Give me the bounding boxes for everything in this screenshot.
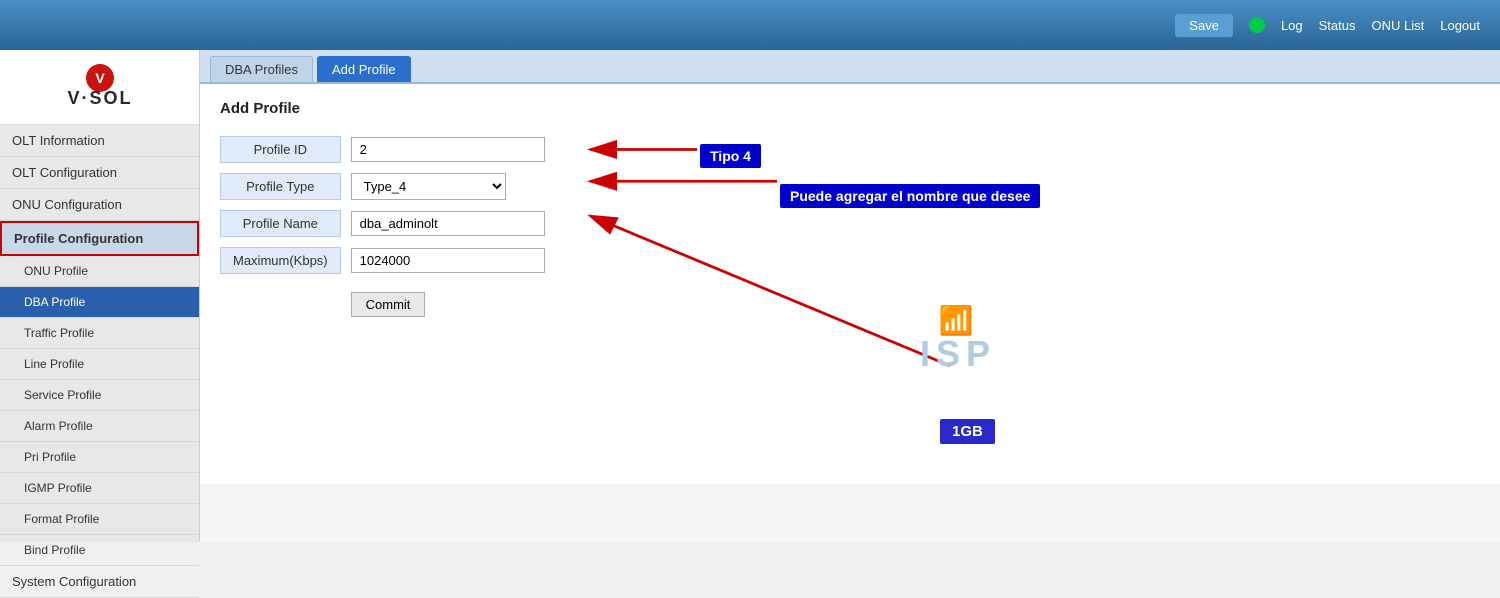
main-content: DBA Profiles Add Profile Add Profile Pro… [200,50,1500,542]
top-header: Save Log Status ONU List Logout [0,0,1500,50]
logo-area: V V·SOL [0,50,199,125]
tab-dba-profiles[interactable]: DBA Profiles [210,56,313,82]
sidebar-item-pri-profile[interactable]: Pri Profile [0,442,199,473]
onu-list-link[interactable]: ONU List [1372,18,1425,33]
sidebar-item-alarm-profile[interactable]: Alarm Profile [0,411,199,442]
sidebar: V V·SOL OLT Information OLT Configuratio… [0,50,200,542]
tab-add-profile[interactable]: Add Profile [317,56,411,82]
profile-id-label: Profile ID [220,136,341,163]
maximum-row: Maximum(Kbps) [220,242,555,279]
maximum-input[interactable] [351,248,545,273]
sidebar-item-igmp-profile[interactable]: IGMP Profile [0,473,199,504]
wifi-icon: 📶 [939,304,978,337]
page-title: Add Profile [220,100,1480,117]
gb-badge: 1GB [940,419,995,444]
logout-link[interactable]: Logout [1440,18,1480,33]
nombre-annotation: Puede agregar el nombre que desee [780,184,1040,208]
sidebar-item-traffic-profile[interactable]: Traffic Profile [0,318,199,349]
maximum-label: Maximum(Kbps) [220,247,341,274]
commit-row: Commit [220,279,555,322]
sidebar-item-dba-profile[interactable]: DBA Profile [0,287,199,318]
log-link[interactable]: Log [1281,18,1303,33]
profile-name-row: Profile Name [220,205,555,242]
profile-type-select[interactable]: Type_1 Type_2 Type_3 Type_4 Type_5 [351,173,506,200]
tipo4-annotation: Tipo 4 [700,144,761,168]
sidebar-item-onu-profile[interactable]: ONU Profile [0,256,199,287]
profile-name-label: Profile Name [220,210,341,237]
sidebar-item-line-profile[interactable]: Line Profile [0,349,199,380]
content-area: Add Profile Profile ID Profile Type Type… [200,84,1500,484]
svg-text:V: V [95,70,105,86]
vsol-logo: V V·SOL [40,60,160,115]
sidebar-item-service-profile[interactable]: Service Profile [0,380,199,411]
profile-type-label: Profile Type [220,173,341,200]
sidebar-item-format-profile[interactable]: Format Profile [0,504,199,535]
tab-bar: DBA Profiles Add Profile [200,50,1500,84]
profile-id-row: Profile ID [220,131,555,168]
sidebar-item-olt-info[interactable]: OLT Information [0,125,199,157]
profile-type-row: Profile Type Type_1 Type_2 Type_3 Type_4… [220,168,555,205]
sidebar-item-onu-config[interactable]: ONU Configuration [0,189,199,221]
layout: V V·SOL OLT Information OLT Configuratio… [0,50,1500,542]
save-button[interactable]: Save [1175,14,1233,37]
isp-text: ISP [920,333,996,375]
profile-name-input[interactable] [351,211,545,236]
commit-button[interactable]: Commit [351,292,426,317]
isp-watermark: 📶 ISP [920,304,996,375]
status-dot [1249,17,1265,33]
profile-id-input[interactable] [351,137,545,162]
sidebar-item-profile-config[interactable]: Profile Configuration [0,221,199,256]
sidebar-item-system-config[interactable]: System Configuration [0,566,199,598]
add-profile-form: Profile ID Profile Type Type_1 Type_2 Ty… [220,131,555,322]
svg-text:V·SOL: V·SOL [67,88,132,108]
sidebar-item-olt-config[interactable]: OLT Configuration [0,157,199,189]
status-link[interactable]: Status [1319,18,1356,33]
sidebar-item-bind-profile[interactable]: Bind Profile [0,535,199,566]
